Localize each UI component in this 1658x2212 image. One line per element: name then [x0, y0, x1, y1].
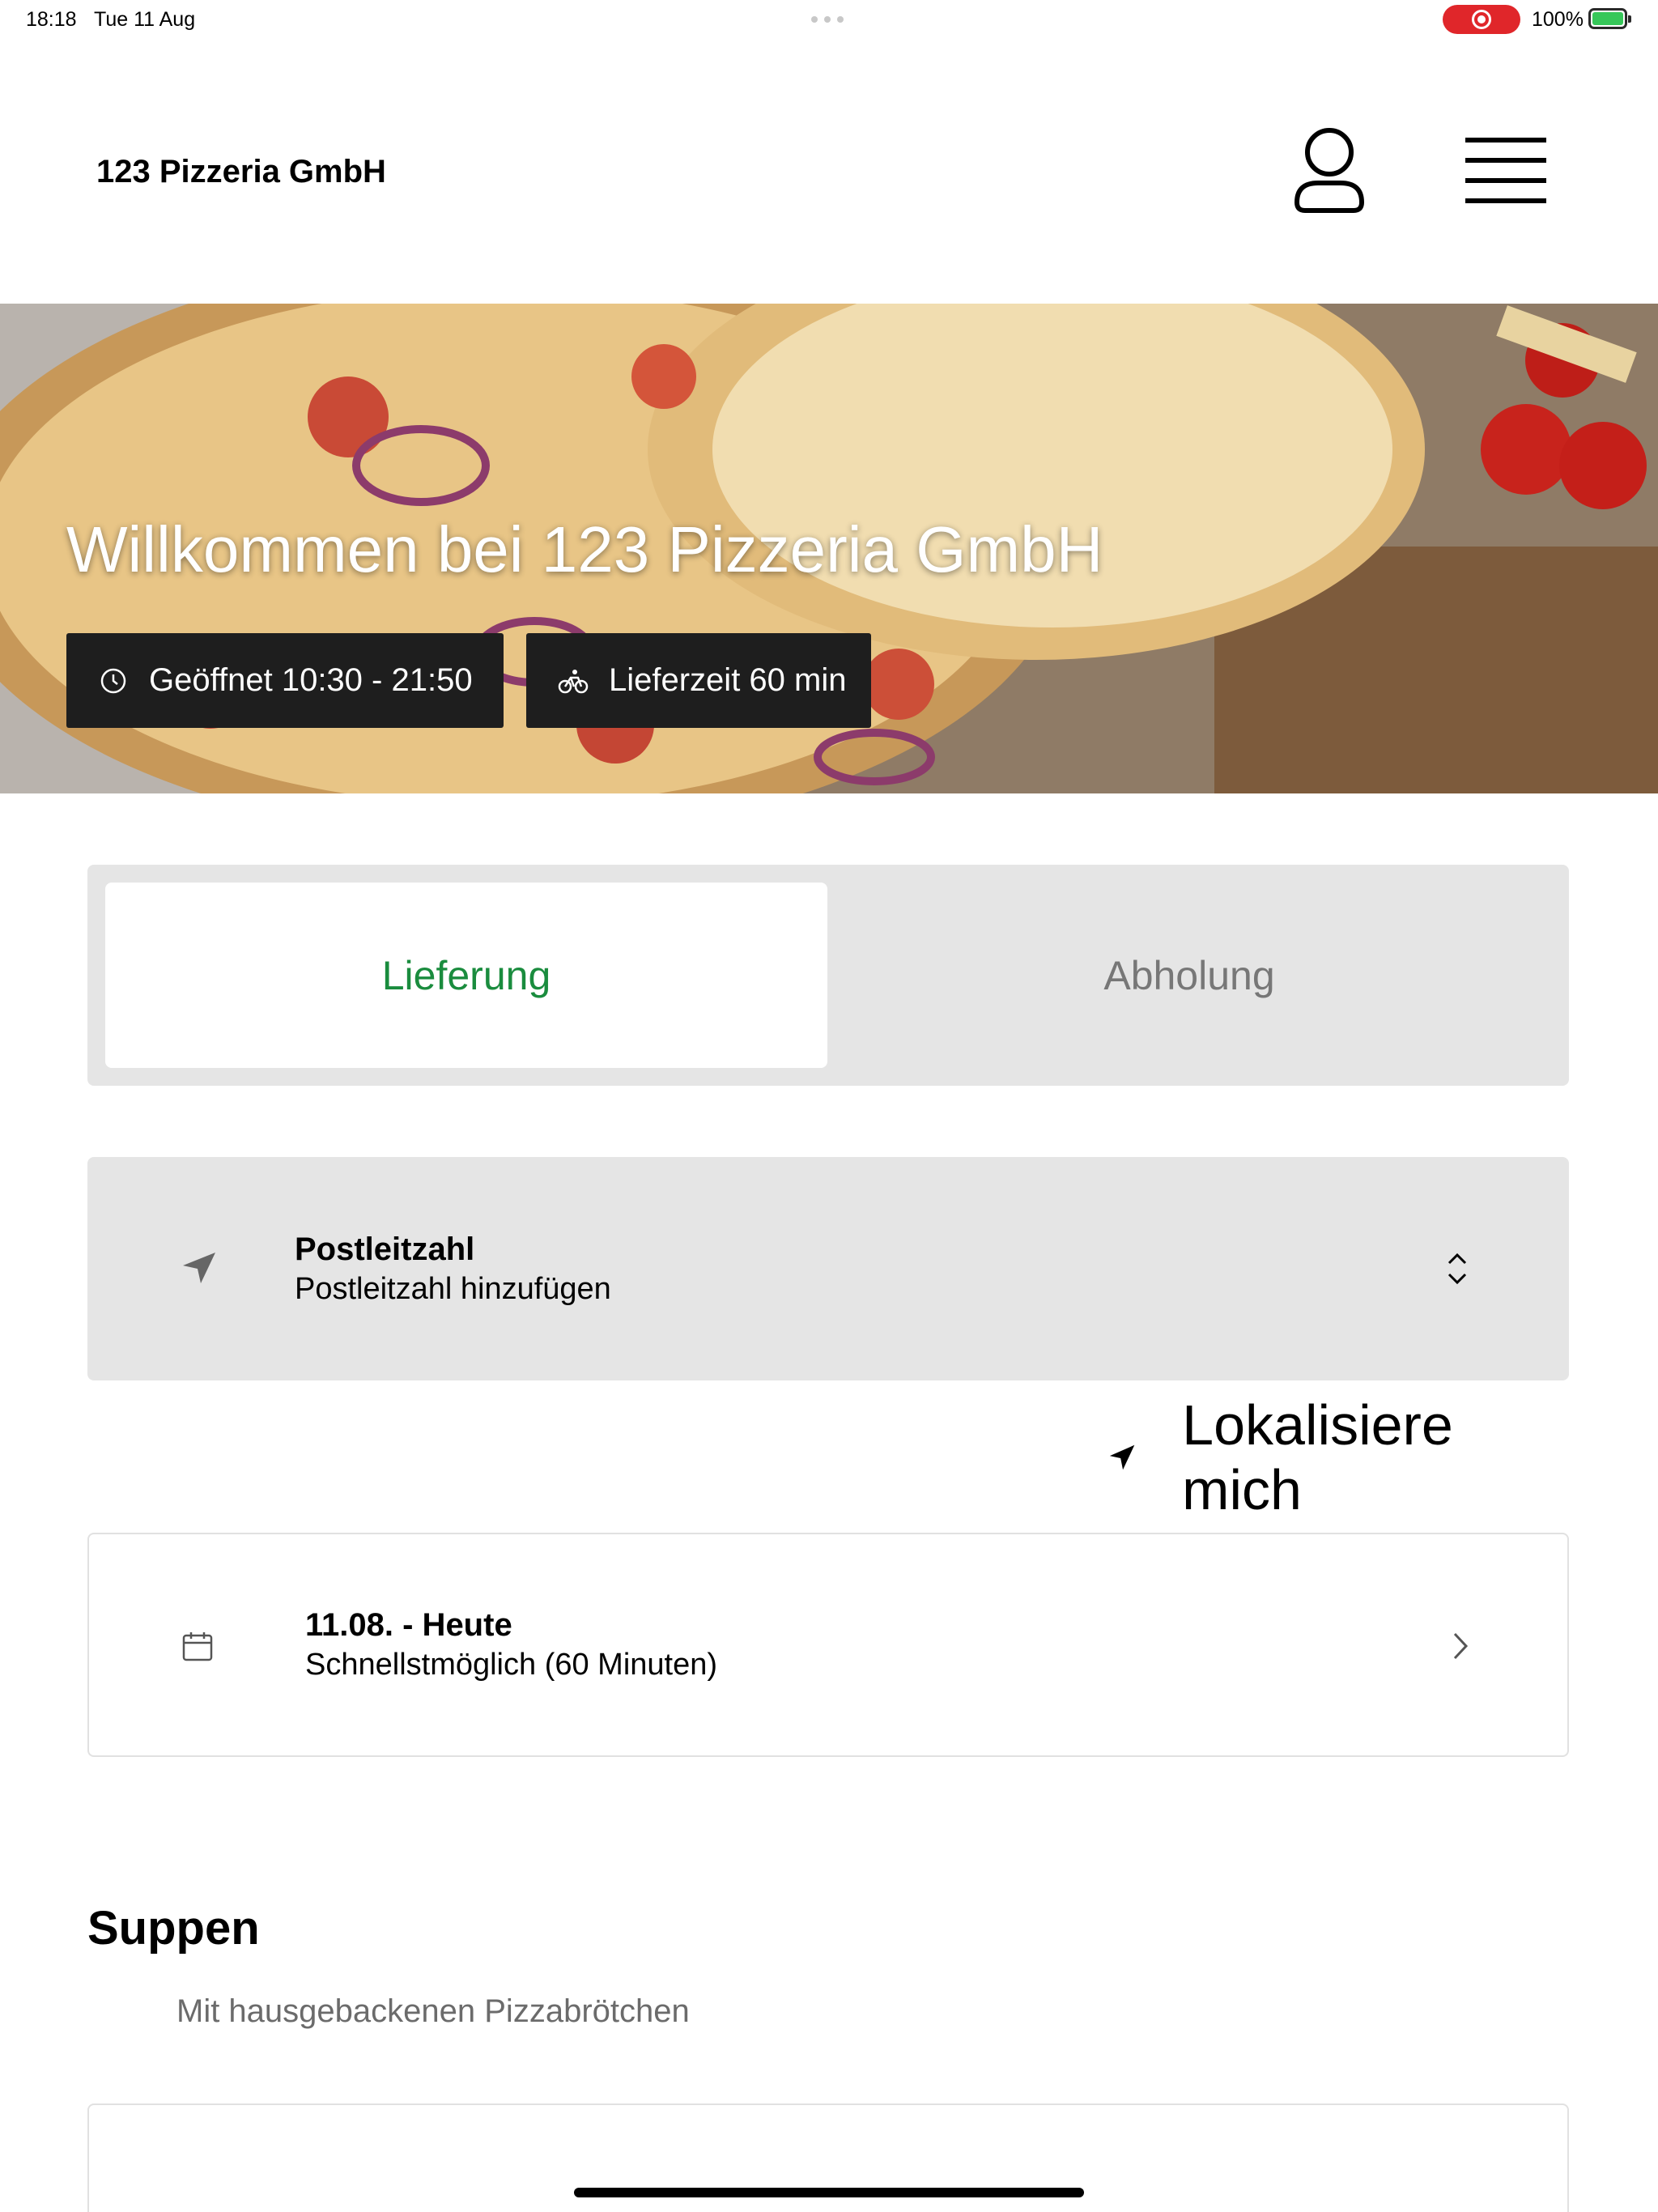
chevron-up-down-icon — [1448, 1253, 1467, 1285]
postcode-label: Postleitzahl — [295, 1231, 475, 1267]
opening-hours-badge: Geöffnet 10:30 - 21:50 — [66, 633, 504, 728]
locate-me-label: Lokalisiere mich — [1182, 1393, 1453, 1521]
app-header: 123 Pizzeria GmbH — [0, 40, 1658, 304]
location-arrow-icon — [1109, 1444, 1135, 1470]
welcome-title: Willkommen bei 123 Pizzeria GmbH — [66, 513, 1103, 585]
delivery-time-badge: Lieferzeit 60 min — [526, 633, 871, 728]
category-title: Suppen — [87, 1902, 260, 1955]
delivery-time-option: Schnellstmöglich (60 Minuten) — [305, 1648, 718, 1682]
opening-hours-text: Geöffnet 10:30 - 21:50 — [149, 662, 473, 698]
brand-name[interactable]: 123 Pizzeria GmbH — [96, 154, 386, 190]
postcode-selector[interactable]: Postleitzahl Postleitzahl hinzufügen — [87, 1157, 1569, 1380]
locate-me-button[interactable]: Lokalisiere mich — [1107, 1393, 1569, 1521]
status-time: 18:18 — [26, 8, 77, 31]
tab-delivery[interactable]: Lieferung — [105, 883, 827, 1068]
order-mode-toggle: Lieferung Abholung — [87, 865, 1569, 1086]
tab-pickup[interactable]: Abholung — [827, 883, 1551, 1068]
hamburger-menu-icon[interactable] — [1465, 136, 1546, 206]
battery-icon — [1588, 8, 1631, 29]
calendar-icon — [182, 1632, 213, 1661]
home-indicator[interactable] — [574, 2188, 1084, 2197]
category-subtitle: Mit hausgebackenen Pizzabrötchen — [176, 1993, 690, 2029]
delivery-date-selector[interactable]: 11.08. - Heute Schnellstmöglich (60 Minu… — [87, 1533, 1569, 1757]
clock-icon — [100, 668, 126, 693]
location-arrow-icon — [183, 1253, 215, 1283]
status-date: Tue 11 Aug — [94, 8, 196, 31]
hero-banner: Willkommen bei 123 Pizzeria GmbH Geöffne… — [0, 304, 1658, 793]
bicycle-icon — [558, 669, 589, 693]
chevron-right-icon — [1453, 1632, 1469, 1660]
delivery-time-text: Lieferzeit 60 min — [609, 662, 847, 698]
postcode-value: Postleitzahl hinzufügen — [295, 1272, 611, 1306]
user-icon[interactable] — [1292, 126, 1367, 214]
screen-recording-icon[interactable] — [1443, 5, 1520, 34]
multitasking-dots-icon[interactable] — [811, 16, 844, 23]
delivery-date: 11.08. - Heute — [305, 1607, 512, 1643]
status-bar: 18:18 Tue 11 Aug 100% — [0, 0, 1658, 40]
battery-percentage: 100% — [1532, 8, 1584, 31]
